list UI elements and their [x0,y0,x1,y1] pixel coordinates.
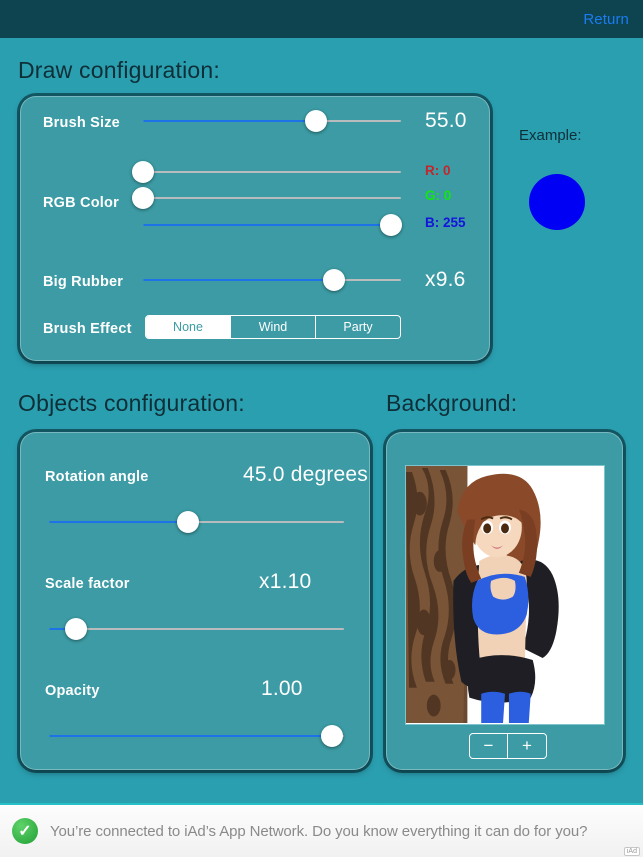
rgb-red-slider[interactable] [132,161,401,183]
slider-fill [143,120,316,122]
slider-fill [143,224,391,226]
slider-track [49,628,344,630]
example-label: Example: [519,127,582,144]
slider-thumb[interactable] [132,187,154,209]
rotation-angle-label: Rotation angle [45,469,149,485]
rotation-angle-slider[interactable] [49,511,344,533]
rgb-color-label: RGB Color [43,195,119,211]
big-rubber-value: x9.6 [425,268,466,291]
green-check-icon: ✓ [12,818,38,844]
return-button[interactable]: Return [583,11,629,28]
slider-thumb[interactable] [176,511,199,533]
objects-configuration-panel: Rotation angle 45.0 degrees Scale factor… [20,432,370,770]
example-color-swatch [529,174,585,230]
background-title: Background: [386,390,518,416]
big-rubber-slider[interactable] [143,269,401,291]
character-illustration-icon [406,466,604,724]
brush-effect-option-none[interactable]: None [146,316,231,338]
slider-track [143,197,401,199]
rgb-red-value: R: 0 [425,163,451,178]
brush-size-slider[interactable] [143,110,401,132]
background-next-button[interactable]: + [508,734,546,758]
rgb-green-value: G: 0 [425,188,452,203]
slider-track [143,171,401,173]
top-navigation-bar: Return [0,0,643,38]
slider-thumb[interactable] [321,725,344,747]
slider-thumb[interactable] [322,269,345,291]
iad-banner-text: You’re connected to iAd’s App Network. D… [50,822,588,840]
opacity-value: 1.00 [261,677,303,700]
opacity-label: Opacity [45,683,100,699]
brush-size-label: Brush Size [43,115,120,131]
slider-fill [143,279,334,281]
slider-thumb[interactable] [64,618,87,640]
scale-factor-label: Scale factor [45,576,130,592]
slider-fill [49,521,188,523]
big-rubber-label: Big Rubber [43,274,124,290]
opacity-slider[interactable] [49,725,344,747]
background-panel: − + [386,432,623,770]
slider-thumb[interactable] [132,161,154,183]
objects-configuration-title: Objects configuration: [18,390,245,416]
draw-configuration-title: Draw configuration: [18,57,220,83]
background-thumbnail[interactable] [405,465,605,725]
slider-thumb[interactable] [304,110,327,132]
slider-fill [49,735,333,737]
slider-thumb[interactable] [379,214,402,236]
background-previous-button[interactable]: − [470,734,508,758]
scale-factor-slider[interactable] [49,618,344,640]
background-stepper[interactable]: − + [469,733,547,759]
rgb-blue-value: B: 255 [425,215,466,230]
draw-configuration-panel: Brush Size 55.0 RGB Color R: 0 G: 0 B: 2… [20,96,490,361]
iad-tag: iAd [623,847,640,856]
brush-effect-option-party[interactable]: Party [316,316,400,338]
rgb-green-slider[interactable] [132,187,401,209]
brush-effect-label: Brush Effect [43,321,132,337]
brush-size-value: 55.0 [425,109,467,132]
scale-factor-value: x1.10 [259,570,312,593]
rgb-blue-slider[interactable] [143,214,402,236]
rotation-angle-value: 45.0 degrees [243,463,368,486]
brush-effect-segmented-control[interactable]: None Wind Party [145,315,401,339]
brush-effect-option-wind[interactable]: Wind [231,316,316,338]
iad-banner[interactable]: ✓ You’re connected to iAd’s App Network.… [0,803,643,857]
